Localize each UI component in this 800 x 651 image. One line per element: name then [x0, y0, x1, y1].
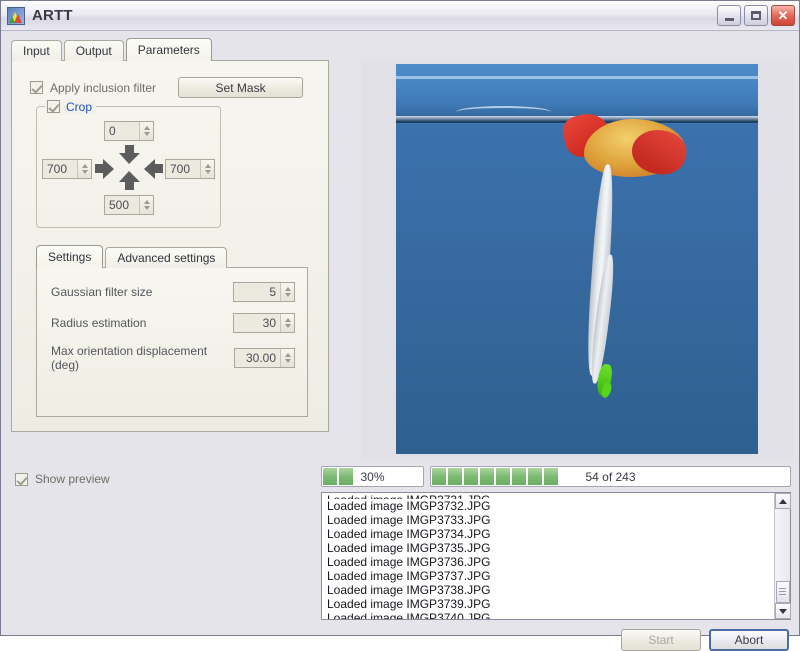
gaussian-filter-size-label: Gaussian filter size — [51, 285, 153, 299]
crop-left-arrow-icon — [95, 159, 116, 179]
max-orientation-displacement-stepper[interactable] — [280, 349, 294, 367]
tab-input[interactable]: Input — [11, 40, 62, 61]
crop-left-value: 700 — [47, 162, 68, 176]
setting-row-radius-estimation: Radius estimation 30 — [51, 313, 295, 333]
settings-tabs: Settings Advanced settings Gaussian filt… — [36, 245, 308, 417]
parameters-panel: Input Output Parameters Apply inclusion … — [11, 38, 329, 432]
tab-settings[interactable]: Settings — [36, 245, 104, 268]
count-progress-text: 54 of 243 — [585, 469, 636, 484]
log-list: Loaded image IMGP3731.JPG Loaded image I… — [322, 493, 774, 619]
set-mask-button[interactable]: Set Mask — [178, 77, 304, 98]
scrollbar-track[interactable] — [775, 509, 790, 581]
gaussian-filter-size-stepper[interactable] — [280, 283, 294, 301]
show-preview-checkbox[interactable] — [15, 472, 28, 486]
crop-groupbox: Crop 0 700 700 500 — [36, 99, 221, 228]
scroll-up-icon[interactable] — [774, 493, 791, 509]
crop-top-value: 0 — [109, 124, 116, 138]
show-preview-label: Show preview — [35, 472, 110, 486]
max-orientation-displacement-value: 30.00 — [245, 351, 276, 365]
main-tab-bar: Input Output Parameters — [11, 38, 329, 61]
minimize-icon[interactable] — [717, 5, 741, 26]
log-vertical-scrollbar[interactable] — [774, 493, 791, 619]
parameters-tab-content: Apply inclusion filter Set Mask Crop 0 7… — [11, 60, 329, 432]
setting-row-max-orientation-displacement: Max orientation displacement (deg) 30.00 — [51, 344, 295, 372]
crop-bottom-stepper[interactable] — [139, 196, 153, 214]
log-line: Loaded image IMGP3740.JPG — [327, 611, 491, 619]
crop-bottom-arrow-icon — [119, 171, 140, 190]
log-line: Loaded image IMGP3739.JPG — [327, 597, 491, 611]
setting-row-gaussian-filter-size: Gaussian filter size 5 — [51, 282, 295, 302]
log-line: Loaded image IMGP3733.JPG — [327, 513, 491, 527]
log-output-box[interactable]: Loaded image IMGP3731.JPG Loaded image I… — [321, 492, 791, 620]
crop-bottom-spinner[interactable]: 500 — [104, 195, 154, 215]
scrollbar-thumb[interactable] — [775, 581, 790, 603]
crop-bottom-value: 500 — [109, 198, 130, 212]
preview-area — [361, 59, 793, 459]
window-body: Input Output Parameters Apply inclusion … — [1, 31, 799, 651]
log-line: Loaded image IMGP3737.JPG — [327, 569, 491, 583]
title-bar: ARTT ✕ — [1, 1, 799, 31]
count-progress-bar: 54 of 243 — [430, 466, 791, 487]
crop-left-stepper[interactable] — [77, 160, 91, 178]
log-line: Loaded image IMGP3735.JPG — [327, 541, 491, 555]
abort-button[interactable]: Abort — [709, 629, 789, 651]
gaussian-filter-size-value: 5 — [269, 285, 276, 299]
max-orientation-displacement-spinner[interactable]: 30.00 — [234, 348, 295, 368]
max-orientation-displacement-label: Max orientation displacement (deg) — [51, 344, 208, 372]
settings-tab-content: Gaussian filter size 5 Radius estimation… — [36, 267, 308, 417]
window-title: ARTT — [32, 7, 73, 24]
log-line: Loaded image IMGP3738.JPG — [327, 583, 491, 597]
radius-estimation-stepper[interactable] — [280, 314, 294, 332]
apply-inclusion-filter-checkbox[interactable] — [30, 81, 43, 94]
tab-parameters[interactable]: Parameters — [125, 38, 212, 61]
crop-left-spinner[interactable]: 700 — [42, 159, 92, 179]
percent-progress-text: 30% — [360, 469, 385, 484]
start-button[interactable]: Start — [621, 629, 701, 651]
log-line: Loaded image IMGP3732.JPG — [327, 499, 491, 513]
tab-advanced-settings[interactable]: Advanced settings — [105, 247, 228, 268]
log-line: Loaded image IMGP3734.JPG — [327, 527, 491, 541]
tab-output[interactable]: Output — [63, 40, 124, 61]
radius-estimation-value: 30 — [262, 316, 276, 330]
action-buttons: Start Abort — [621, 629, 793, 651]
app-logo-icon — [7, 6, 25, 25]
show-preview-row: Show preview — [15, 472, 110, 486]
gaussian-filter-size-spinner[interactable]: 5 — [233, 282, 295, 302]
crop-right-stepper[interactable] — [200, 160, 214, 178]
inclusion-filter-row: Apply inclusion filter Set Mask — [30, 77, 316, 98]
preview-image[interactable] — [396, 64, 758, 454]
scroll-down-icon[interactable] — [774, 603, 791, 619]
apply-inclusion-filter-label: Apply inclusion filter — [50, 80, 157, 95]
radius-estimation-label: Radius estimation — [51, 316, 147, 330]
progress-bars: 30% 54 of 243 — [321, 466, 791, 487]
application-window: ARTT ✕ Input Output Parameters Apply inc… — [0, 0, 800, 651]
settings-tab-bar: Settings Advanced settings — [36, 245, 308, 268]
close-icon[interactable]: ✕ — [771, 5, 795, 26]
crop-top-stepper[interactable] — [139, 122, 153, 140]
crop-top-spinner[interactable]: 0 — [104, 121, 154, 141]
percent-progress-bar: 30% — [321, 466, 424, 487]
crop-top-arrow-icon — [119, 145, 140, 164]
radius-estimation-spinner[interactable]: 30 — [233, 313, 295, 333]
crop-right-value: 700 — [170, 162, 191, 176]
maximize-icon[interactable] — [744, 5, 768, 26]
log-line: Loaded image IMGP3736.JPG — [327, 555, 491, 569]
crop-right-arrow-icon — [142, 159, 163, 179]
crop-right-spinner[interactable]: 700 — [165, 159, 215, 179]
